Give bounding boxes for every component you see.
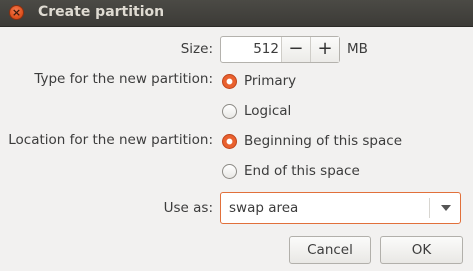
ok-button[interactable]: OK (380, 236, 463, 264)
beginning-radio[interactable] (222, 134, 237, 149)
end-radio[interactable] (222, 164, 237, 179)
size-label: Size: (180, 41, 213, 57)
size-input[interactable]: 512 (221, 37, 281, 62)
logical-radio[interactable] (222, 104, 237, 119)
use-as-value: swap area (229, 200, 299, 216)
title-bar: × Create partition (0, 0, 473, 27)
primary-label[interactable]: Primary (244, 73, 296, 89)
use-as-dropdown[interactable]: swap area (220, 192, 461, 224)
dropdown-separator (429, 198, 430, 218)
use-as-label: Use as: (163, 200, 213, 216)
type-label: Type for the new partition: (34, 71, 213, 87)
cancel-button[interactable]: Cancel (289, 236, 371, 264)
decrement-button[interactable]: − (280, 37, 310, 62)
location-label: Location for the new partition: (8, 132, 213, 148)
end-label[interactable]: End of this space (244, 163, 360, 179)
window-title: Create partition (38, 4, 165, 20)
close-icon[interactable]: × (9, 5, 24, 20)
size-unit: MB (347, 41, 368, 57)
primary-radio[interactable] (222, 74, 237, 89)
beginning-label[interactable]: Beginning of this space (244, 133, 402, 149)
increment-button[interactable]: + (309, 37, 339, 62)
size-spinbox[interactable]: 512 − + (220, 36, 340, 63)
logical-label[interactable]: Logical (244, 103, 291, 119)
chevron-down-icon[interactable] (441, 205, 451, 211)
